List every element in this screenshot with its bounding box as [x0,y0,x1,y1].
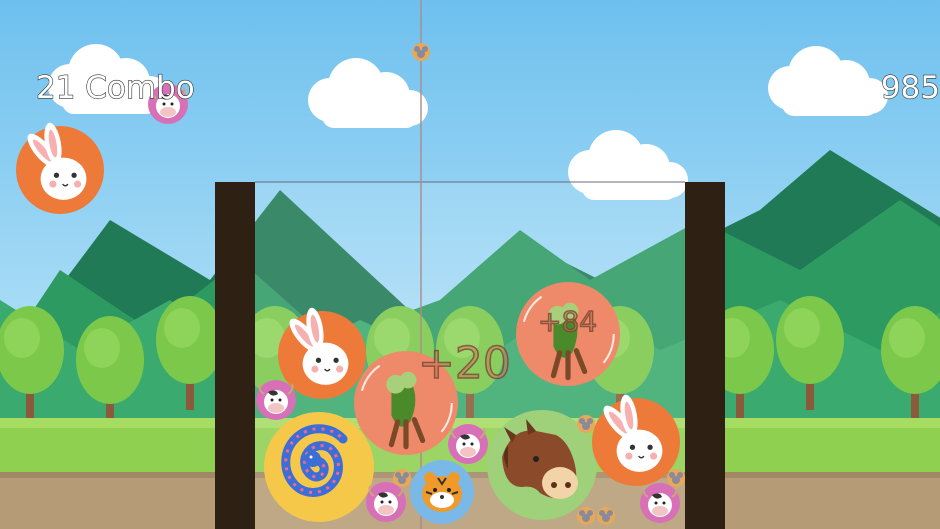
mouse-ball-icon [667,469,685,487]
combo-counter: 21 Combo [35,69,195,106]
score-display: 985 [880,69,940,106]
mouse-ball-icon [393,469,411,487]
mouse-ball-icon[interactable] [412,43,430,61]
mouse-ball-icon [597,507,615,525]
cow-ball-icon [447,423,489,465]
score-popup: +20 [417,337,511,390]
score-popup: +84 [537,304,598,339]
snake-ball-icon [264,412,374,522]
cow-ball-icon [639,482,681,524]
mouse-ball-icon [577,415,595,433]
container-right-wall [685,182,725,529]
tiger-ball-icon [409,459,475,525]
cow-ball-icon [255,379,297,421]
mouse-ball-icon [577,507,595,525]
cow-ball-icon [365,481,407,523]
container-left-wall [215,182,255,529]
